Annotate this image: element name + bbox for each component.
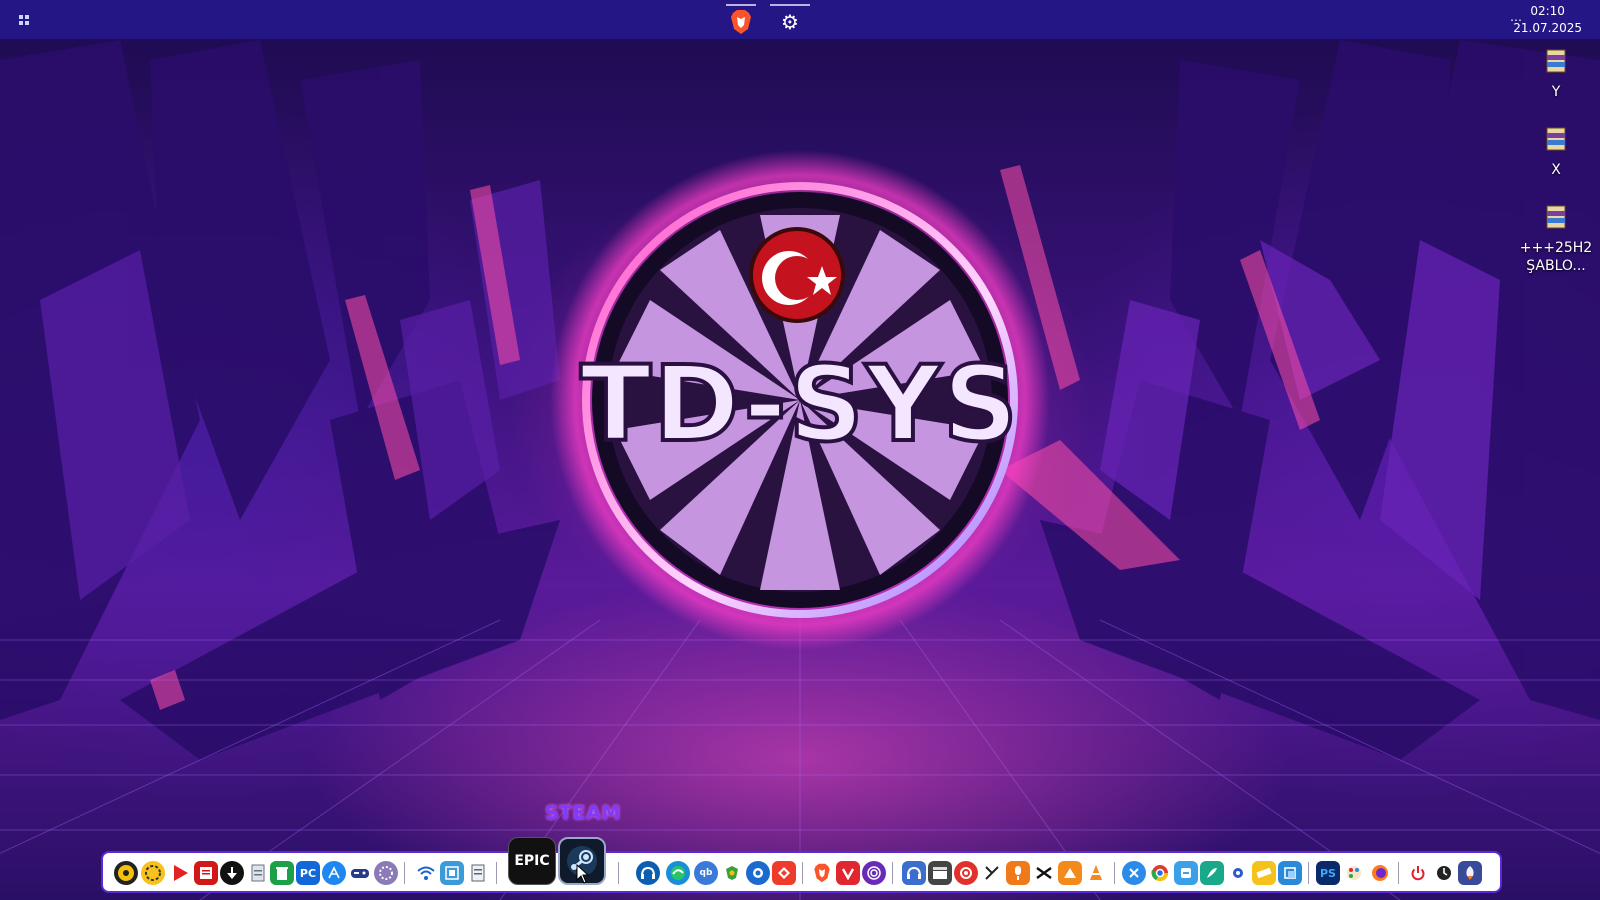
ruler-icon[interactable] xyxy=(1252,861,1276,885)
brave-browser-icon[interactable] xyxy=(726,4,756,38)
desktop-icon-label: +++25H2 ŞABLO... xyxy=(1519,240,1593,274)
desktop-icon-sablon[interactable]: +++25H2 ŞABLO... xyxy=(1516,204,1596,275)
firefox-icon[interactable] xyxy=(1368,861,1392,885)
vlc-icon[interactable] xyxy=(1084,861,1108,885)
shield-icon[interactable] xyxy=(720,861,744,885)
settings-sphere-icon[interactable] xyxy=(374,861,398,885)
wallpaper-art: TD-SYS xyxy=(0,40,1600,900)
mouse-cursor-icon xyxy=(576,864,590,884)
triangle-icon[interactable] xyxy=(1058,861,1082,885)
rocket-icon[interactable] xyxy=(1458,861,1482,885)
photoshop-icon[interactable]: PS xyxy=(1316,861,1340,885)
logo-text: TD-SYS xyxy=(580,343,1019,465)
epic-games-icon[interactable]: EPIC xyxy=(508,837,556,885)
thunderbird-icon[interactable] xyxy=(746,861,770,885)
chrome-icon[interactable] xyxy=(1148,861,1172,885)
anydesk-icon[interactable] xyxy=(772,861,796,885)
dock-separator xyxy=(1114,862,1115,884)
capcut-icon[interactable] xyxy=(1032,861,1056,885)
qbittorrent-icon[interactable]: qb xyxy=(694,861,718,885)
remote-desktop-icon[interactable] xyxy=(440,861,464,885)
screen-icon[interactable] xyxy=(1278,861,1302,885)
app-store-icon[interactable] xyxy=(322,861,346,885)
record-icon[interactable] xyxy=(954,861,978,885)
document-reader-icon[interactable] xyxy=(194,861,218,885)
desktop-icon-y[interactable]: Y xyxy=(1516,48,1596,101)
gear-icon[interactable]: ⚙ xyxy=(770,4,810,38)
clock-icon[interactable] xyxy=(1432,861,1456,885)
disc-icon[interactable] xyxy=(114,861,138,885)
pc-icon[interactable]: PC xyxy=(296,861,320,885)
desktop-icon-x[interactable]: X xyxy=(1516,126,1596,179)
brave-icon[interactable] xyxy=(810,861,834,885)
dock-separator xyxy=(496,862,497,884)
headphones-icon[interactable] xyxy=(902,861,926,885)
winrar-archive-icon xyxy=(1546,205,1566,229)
clapper-icon[interactable] xyxy=(928,861,952,885)
clock-date: 21.07.2025 xyxy=(1513,21,1582,35)
desktop-icon-label: X xyxy=(1551,162,1561,178)
microphone-icon[interactable] xyxy=(1006,861,1030,885)
scissors-icon[interactable] xyxy=(980,861,1004,885)
tool-icon[interactable] xyxy=(1122,861,1146,885)
paint-icon[interactable] xyxy=(1342,861,1366,885)
dock-separator xyxy=(404,862,405,884)
gamepad-icon[interactable] xyxy=(348,861,372,885)
dock-separator xyxy=(802,862,803,884)
dock-separator xyxy=(1308,862,1309,884)
system-clock[interactable]: 02:10 21.07.2025 xyxy=(1513,3,1582,37)
storage-icon[interactable] xyxy=(1174,861,1198,885)
dock-separator xyxy=(1398,862,1399,884)
spinner-icon[interactable] xyxy=(141,861,165,885)
headset-icon[interactable] xyxy=(636,861,660,885)
dock-hover-label: STEAM xyxy=(545,802,621,824)
clock-time: 02:10 xyxy=(1530,4,1565,18)
desktop-icon-label: Y xyxy=(1551,84,1561,100)
desktop-wallpaper: TD-SYS xyxy=(0,0,1600,900)
feather-icon[interactable] xyxy=(1200,861,1224,885)
dot-icon[interactable] xyxy=(1226,861,1250,885)
wifi-icon[interactable] xyxy=(414,861,438,885)
epic-games-label: EPIC xyxy=(514,853,550,869)
youtube-icon[interactable] xyxy=(168,861,192,885)
grid-menu-icon[interactable] xyxy=(14,10,34,30)
edge-icon[interactable] xyxy=(666,861,690,885)
vivaldi-icon[interactable] xyxy=(836,861,860,885)
tor-icon[interactable] xyxy=(862,861,886,885)
winrar-archive-icon xyxy=(1546,49,1566,73)
turkish-flag-icon xyxy=(749,227,845,323)
download-icon[interactable] xyxy=(220,861,244,885)
recycle-bin-icon[interactable] xyxy=(270,861,294,885)
dock-separator xyxy=(892,862,893,884)
file-icon[interactable] xyxy=(246,861,270,885)
notepad-icon[interactable] xyxy=(466,861,490,885)
winrar-archive-icon xyxy=(1546,127,1566,151)
dock-separator xyxy=(618,862,619,884)
power-icon[interactable] xyxy=(1406,861,1430,885)
